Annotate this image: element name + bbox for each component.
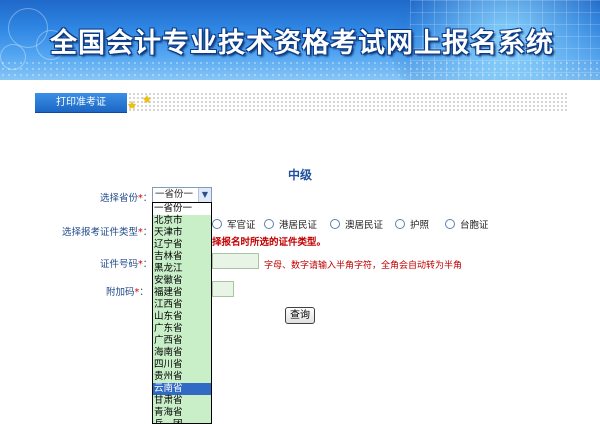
province-label-text: 选择省份 — [100, 193, 139, 204]
province-option[interactable]: 天津市 — [153, 227, 211, 239]
dot-pattern — [0, 60, 600, 80]
province-option[interactable]: 吉林省 — [153, 251, 211, 263]
cert-option-hk-resident[interactable]: 港居民证 — [264, 219, 317, 232]
label-colon: ： — [139, 287, 149, 298]
cert-option-label: 护照 — [410, 220, 430, 231]
province-option[interactable]: 北京市 — [153, 215, 211, 227]
extra-code-input[interactable] — [212, 281, 234, 297]
province-option-highlighted[interactable]: 云南省 — [153, 383, 211, 395]
cert-number-label: 证件号码*： — [100, 256, 152, 270]
extra-code-label: 附加码*： — [106, 284, 149, 298]
cert-type-label-text: 选择报考证件类型 — [62, 227, 139, 238]
province-option[interactable]: 黑龙江 — [153, 263, 211, 275]
cert-type-hint: 择报名时所选的证件类型。 — [212, 237, 327, 248]
province-dropdown-list[interactable]: 一省份一 北京市 天津市 辽宁省 吉林省 黑龙江 安徽省 福建省 江西省 山东省… — [152, 202, 212, 424]
radio-button[interactable] — [330, 219, 340, 229]
star-icon: ★ — [127, 99, 137, 112]
radio-button[interactable] — [395, 219, 405, 229]
province-option[interactable]: 兵 团 — [153, 419, 211, 423]
cert-number-note: 字母、数字请输入半角字符，全角会自动转为半角 — [264, 261, 463, 271]
province-option[interactable]: 甘肃省 — [153, 395, 211, 407]
radio-button[interactable] — [264, 219, 274, 229]
cert-option-label: 军官证 — [227, 220, 256, 231]
province-option[interactable]: 安徽省 — [153, 275, 211, 287]
cert-option-label: 港居民证 — [279, 220, 318, 231]
extra-code-label-text: 附加码 — [106, 287, 135, 298]
province-option[interactable]: 江西省 — [153, 299, 211, 311]
tab-print-admission[interactable]: 打印准考证 — [35, 93, 127, 113]
cert-number-input[interactable] — [212, 253, 259, 269]
radio-button[interactable] — [212, 219, 222, 229]
site-title: 全国会计专业技术资格考试网上报名系统 — [50, 28, 554, 59]
cert-type-label: 选择报考证件类型*： — [62, 224, 152, 238]
label-colon: ： — [142, 193, 153, 204]
chevron-down-icon[interactable]: ▼ — [198, 188, 211, 202]
star-icon: ★ — [142, 93, 152, 106]
label-colon: ： — [142, 259, 153, 270]
cert-option-military[interactable]: 军官证 — [212, 219, 256, 232]
province-option[interactable]: 四川省 — [153, 359, 211, 371]
page-title: 中级 — [287, 168, 312, 182]
province-option[interactable]: 青海省 — [153, 407, 211, 419]
province-label: 选择省份*： — [100, 190, 152, 204]
query-button[interactable]: 查询 — [285, 307, 315, 324]
province-option[interactable]: 广西省 — [153, 335, 211, 347]
province-option[interactable]: 一省份一 — [153, 203, 211, 215]
header-banner: 全国会计专业技术资格考试网上报名系统 — [0, 0, 600, 80]
province-option[interactable]: 海南省 — [153, 347, 211, 359]
province-option[interactable]: 山东省 — [153, 311, 211, 323]
cert-number-label-text: 证件号码 — [100, 259, 139, 270]
cert-option-taiwan-permit[interactable]: 台胞证 — [445, 219, 489, 232]
province-option[interactable]: 广东省 — [153, 323, 211, 335]
province-option[interactable]: 福建省 — [153, 287, 211, 299]
cert-option-passport[interactable]: 护照 — [395, 219, 429, 232]
province-select-value: 一省份一 — [155, 189, 194, 200]
province-option[interactable]: 贵州省 — [153, 371, 211, 383]
label-colon: ： — [142, 227, 153, 238]
province-select[interactable]: 一省份一 ▼ — [152, 187, 212, 203]
radio-button[interactable] — [445, 219, 455, 229]
cert-option-label: 澳居民证 — [345, 220, 384, 231]
cert-option-macau-resident[interactable]: 澳居民证 — [330, 219, 383, 232]
cert-option-label: 台胞证 — [460, 220, 489, 231]
province-option[interactable]: 辽宁省 — [153, 239, 211, 251]
